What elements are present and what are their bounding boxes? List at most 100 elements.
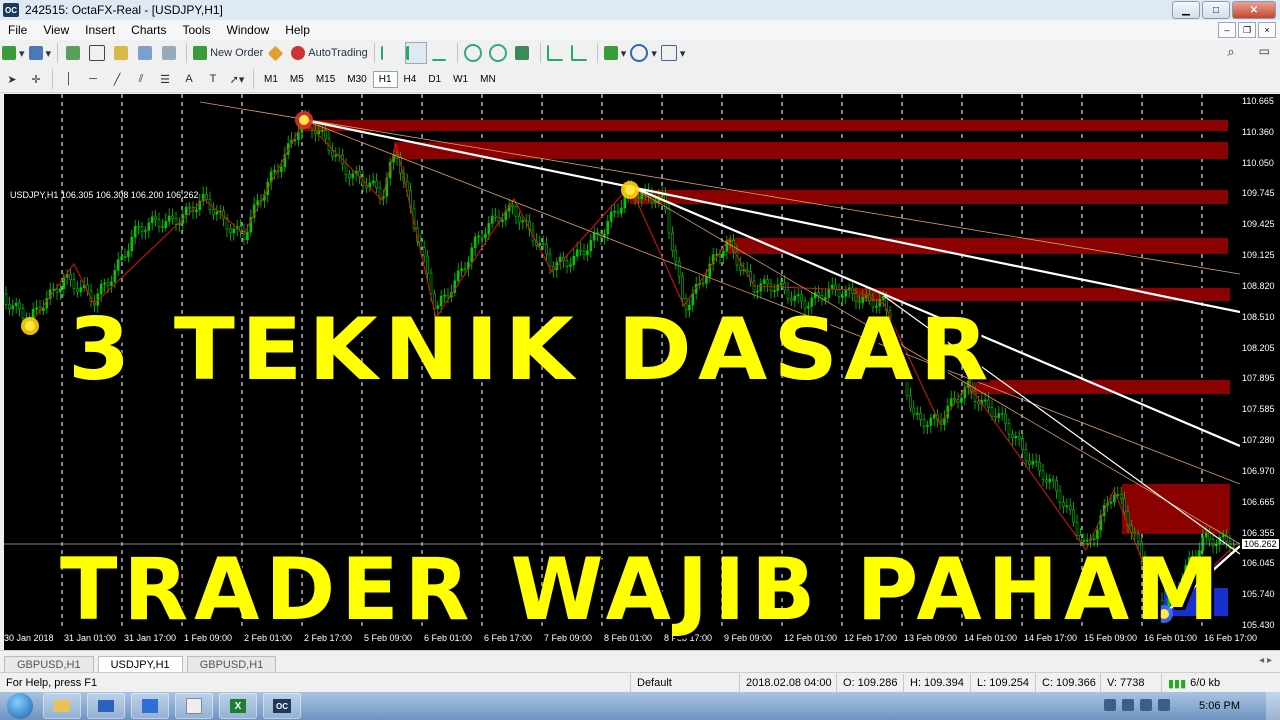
swing-marker-core (299, 115, 309, 125)
data-window-button[interactable] (88, 43, 108, 63)
candle-body (456, 270, 460, 282)
volume-icon[interactable] (1158, 699, 1170, 711)
profiles-button[interactable]: ▾ (28, 43, 51, 63)
title-bar: OC 242515: OctaFX-Real - [USDJPY,H1] ▁ □… (0, 0, 1280, 21)
child-close-button[interactable]: × (1258, 22, 1276, 38)
candle-body (334, 154, 338, 157)
bar-chart-button[interactable] (381, 43, 401, 63)
candle-body (582, 251, 586, 255)
candle-body (827, 288, 831, 298)
taskbar-downloader[interactable] (131, 693, 169, 719)
new-order-button[interactable]: New Order (193, 43, 263, 63)
menu-view[interactable]: View (35, 23, 77, 37)
download-icon (142, 699, 158, 713)
taskbar-octafx[interactable]: OC (263, 693, 301, 719)
timeframe-h1[interactable]: H1 (372, 70, 398, 88)
timeframe-m5[interactable]: M5 (284, 71, 310, 88)
bar-chart-icon (381, 46, 397, 60)
maximize-button[interactable]: □ (1202, 1, 1230, 19)
candlestick-button[interactable] (404, 42, 427, 64)
menu-help[interactable]: Help (277, 23, 318, 37)
market-watch-button[interactable] (64, 43, 84, 63)
minimize-button[interactable]: ▁ (1172, 1, 1200, 19)
windows-logo-icon (7, 693, 33, 719)
navigator-button[interactable] (112, 43, 132, 63)
candle-body (671, 232, 674, 251)
tab-gbpusd-1[interactable]: GBPUSD,H1 (4, 656, 94, 673)
menu-insert[interactable]: Insert (77, 23, 123, 37)
strategy-tester-button[interactable] (160, 43, 180, 63)
tray-icon[interactable] (1104, 699, 1116, 711)
candle-body (324, 130, 327, 140)
taskbar-app-2[interactable] (87, 693, 125, 719)
vertical-line-tool[interactable]: │ (59, 69, 79, 89)
menu-bar: File View Insert Charts Tools Window Hel… (0, 20, 1280, 40)
arrows-tool[interactable]: ➚▾ (227, 69, 247, 89)
taskbar-excel[interactable]: X (219, 693, 257, 719)
timeframe-w1[interactable]: W1 (447, 71, 474, 88)
periods-button[interactable]: ▾ (630, 43, 657, 63)
zoom-in-button[interactable] (463, 43, 485, 63)
candle-body (745, 269, 749, 272)
terminal-button[interactable] (136, 43, 156, 63)
crosshair-tool[interactable]: ✛ (26, 69, 46, 89)
fibonacci-tool[interactable]: ☰ (155, 69, 175, 89)
menu-tools[interactable]: Tools (175, 23, 219, 37)
autoscroll-icon (547, 45, 564, 61)
zoom-out-button[interactable] (488, 43, 510, 63)
chat-icon[interactable]: ▭ (1259, 44, 1270, 60)
tray-icon[interactable] (1122, 699, 1134, 711)
timeframe-mn[interactable]: MN (474, 71, 502, 88)
swing-marker-core (25, 321, 35, 331)
menu-charts[interactable]: Charts (123, 23, 174, 37)
taskbar-explorer[interactable] (43, 693, 81, 719)
autoscroll-button[interactable] (547, 43, 567, 63)
taskbar-app-4[interactable] (175, 693, 213, 719)
candle-body (297, 132, 300, 141)
label-tool[interactable]: T (203, 69, 223, 89)
candle-body (426, 255, 429, 274)
metaeditor-button[interactable] (267, 43, 287, 63)
tab-gbpusd-2[interactable]: GBPUSD,H1 (186, 656, 277, 673)
network-icon[interactable] (1140, 699, 1152, 711)
channel-tool[interactable]: ⫽ (131, 69, 151, 89)
templates-button[interactable]: ▾ (660, 43, 685, 63)
candle-body (99, 283, 103, 295)
indicators-button[interactable]: ▾ (603, 43, 626, 63)
start-button[interactable] (0, 692, 40, 720)
candle-body (331, 150, 334, 157)
price-tick-label: 106.355 (1242, 527, 1275, 538)
candle-body (1014, 435, 1018, 439)
child-restore-button[interactable]: ❐ (1238, 22, 1256, 38)
timeframe-h4[interactable]: H4 (398, 71, 423, 88)
price-axis[interactable]: 110.665 110.360 110.050 109.745 109.425 109.1… (1240, 94, 1280, 630)
price-tick-label: 109.745 (1242, 188, 1275, 199)
timeframe-m15[interactable]: M15 (310, 71, 341, 88)
text-tool[interactable]: A (179, 69, 199, 89)
search-icon[interactable]: ⌕ (1227, 44, 1234, 60)
child-minimize-button[interactable]: – (1218, 22, 1236, 38)
tile-windows-button[interactable] (514, 43, 534, 63)
tab-scroll-icon[interactable]: ◂ ▸ (1259, 655, 1272, 666)
chart-shift-button[interactable] (571, 43, 591, 63)
timeframe-m30[interactable]: M30 (341, 71, 372, 88)
menu-window[interactable]: Window (219, 23, 278, 37)
tab-usdjpy[interactable]: USDJPY,H1 (97, 656, 183, 673)
timeframe-d1[interactable]: D1 (422, 71, 447, 88)
price-tick-label: 109.125 (1242, 250, 1275, 261)
price-tick-label: 105.430 (1242, 620, 1275, 630)
show-desktop-button[interactable] (1266, 692, 1280, 720)
menu-file[interactable]: File (0, 23, 35, 37)
autotrading-button[interactable]: AutoTrading (291, 43, 368, 63)
line-chart-button[interactable] (431, 43, 451, 63)
close-button[interactable]: ✕ (1232, 1, 1276, 19)
candle-body (443, 294, 446, 297)
candle-body (1041, 470, 1045, 481)
cursor-tool[interactable]: ➤ (2, 69, 22, 89)
horizontal-line-tool[interactable]: ─ (83, 69, 103, 89)
new-chart-button[interactable]: ▾ (2, 43, 25, 63)
candle-body (133, 226, 137, 238)
horizontal-line-icon: ─ (89, 73, 97, 85)
trendline-tool[interactable]: ╱ (107, 69, 127, 89)
timeframe-m1[interactable]: M1 (258, 71, 284, 88)
